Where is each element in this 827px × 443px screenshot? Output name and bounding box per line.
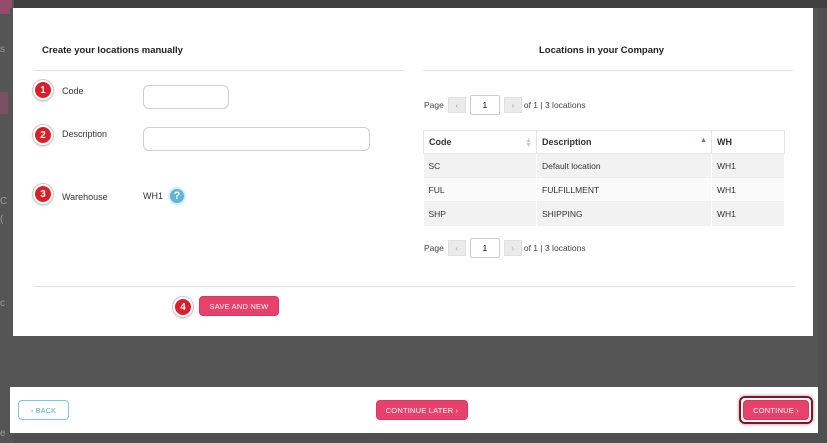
table-row[interactable]: SC Default location WH1 [423,153,785,178]
content-bottom-divider [33,286,795,287]
cell-code: FUL [423,177,537,202]
column-header-wh[interactable]: WH [711,130,785,154]
left-title-divider [33,70,405,71]
cell-wh: WH1 [711,177,785,202]
pager-bottom: Page ‹ › of 1 | 3 locations [424,238,586,258]
pager-page-input[interactable] [469,95,500,115]
backdrop-ghost-text: ( [0,214,4,225]
save-and-new-button[interactable]: SAVE AND NEW [199,296,279,316]
cell-description: SHIPPING [536,201,712,226]
pager-prev-button[interactable]: ‹ [447,97,466,113]
description-label: Description [62,129,108,139]
backdrop-ghost-text: C [0,196,8,207]
backdrop-ghost-text: c [0,298,5,309]
create-locations-title: Create your locations manually [42,45,183,56]
pager-top: Page ‹ › of 1 | 3 locations [424,95,586,115]
table-header-row: Code ▲ ▼ Description ▲ WH [423,130,785,154]
table-row[interactable]: FUL FULFILLMENT WH1 [423,177,785,202]
pager-page-input[interactable] [469,238,500,258]
question-icon[interactable]: ? [168,187,186,205]
code-label: Code [62,86,84,96]
step-marker-2: 2 [33,125,53,145]
warehouse-value: WH1 [143,191,163,201]
pager-summary: of 1 | 3 locations [523,243,586,253]
description-input[interactable] [143,127,370,151]
step-marker-1: 1 [33,80,53,100]
continue-button[interactable]: CONTINUE › [743,400,809,420]
backdrop-accent-fragment [0,92,8,114]
back-button[interactable]: ‹ BACK [18,400,69,420]
right-title-divider [423,70,793,71]
locations-company-title: Locations in your Company [539,45,665,56]
backdrop-ghost-text: s [0,44,5,55]
step-marker-3: 3 [33,184,53,204]
backdrop-ghost-text: e [0,428,6,439]
step-marker-4: 4 [173,297,193,317]
pager-next-button[interactable]: › [503,97,522,113]
cell-code: SHP [423,201,537,226]
modal-footer: ‹ BACK CONTINUE LATER › CONTINUE › [10,387,818,433]
locations-modal: Create your locations manually 1 Code 2 … [10,8,818,433]
cell-wh: WH1 [711,201,785,226]
sort-icon: ▲ ▼ [525,137,532,149]
backdrop-top-bar [0,0,827,8]
cell-code: SC [423,153,537,178]
column-header-description[interactable]: Description ▲ [536,130,712,154]
pager-prev-button[interactable]: ‹ [447,240,466,256]
modal-content: Create your locations manually 1 Code 2 … [13,8,813,336]
pager-next-button[interactable]: › [503,240,522,256]
cell-wh: WH1 [711,153,785,178]
table-row[interactable]: SHP SHIPPING WH1 [423,201,785,226]
pager-summary: of 1 | 3 locations [523,100,586,110]
cell-description: FULFILLMENT [536,177,712,202]
sort-ascending-icon: ▲ [700,137,707,144]
warehouse-label: Warehouse [62,192,108,202]
code-input[interactable] [143,85,229,109]
column-header-code[interactable]: Code ▲ ▼ [423,130,537,154]
pager-page-label: Page [424,100,444,110]
locations-table: Code ▲ ▼ Description ▲ WH SC Default loca… [423,130,785,226]
pager-page-label: Page [424,243,444,253]
cell-description: Default location [536,153,712,178]
continue-later-button[interactable]: CONTINUE LATER › [376,400,468,420]
